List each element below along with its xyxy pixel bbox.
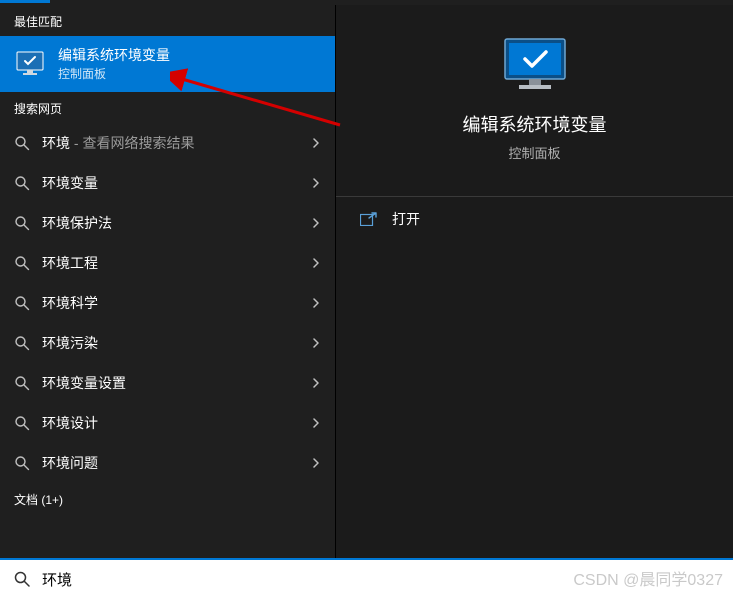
search-icon — [14, 175, 30, 191]
documents-header: 文档 (1+) — [0, 483, 335, 514]
chevron-right-icon — [311, 378, 321, 388]
detail-panel: 编辑系统环境变量 控制面板 打开 — [335, 5, 733, 558]
search-input[interactable] — [42, 571, 719, 588]
open-label: 打开 — [392, 209, 420, 229]
best-match-subtitle: 控制面板 — [58, 66, 321, 83]
search-icon — [14, 135, 30, 151]
detail-title: 编辑系统环境变量 — [463, 111, 607, 137]
web-result-item-0[interactable]: 环境 - 查看网络搜索结果 — [0, 123, 335, 163]
chevron-right-icon — [311, 418, 321, 428]
chevron-right-icon — [311, 218, 321, 228]
search-icon — [14, 455, 30, 471]
web-result-label: 环境科学 — [42, 293, 299, 313]
web-result-label: 环境保护法 — [42, 213, 299, 233]
results-panel: 最佳匹配 编辑系统环境变量 控制面板 搜索网页 — [0, 5, 335, 558]
best-match-title: 编辑系统环境变量 — [58, 46, 321, 66]
web-result-label: 环境变量 — [42, 173, 299, 193]
detail-subtitle: 控制面板 — [508, 143, 560, 162]
web-result-label: 环境工程 — [42, 253, 299, 273]
search-icon — [14, 335, 30, 351]
web-result-item-2[interactable]: 环境保护法 — [0, 203, 335, 243]
web-result-item-3[interactable]: 环境工程 — [0, 243, 335, 283]
search-icon — [14, 215, 30, 231]
web-result-label: 环境 - 查看网络搜索结果 — [42, 133, 299, 153]
open-icon — [360, 212, 378, 226]
monitor-check-icon — [14, 48, 46, 80]
web-result-item-4[interactable]: 环境科学 — [0, 283, 335, 323]
web-result-item-6[interactable]: 环境变量设置 — [0, 363, 335, 403]
web-result-item-1[interactable]: 环境变量 — [0, 163, 335, 203]
web-result-item-7[interactable]: 环境设计 — [0, 403, 335, 443]
chevron-right-icon — [311, 138, 321, 148]
chevron-right-icon — [311, 178, 321, 188]
main-container: 最佳匹配 编辑系统环境变量 控制面板 搜索网页 — [0, 5, 733, 558]
web-result-label: 环境问题 — [42, 453, 299, 473]
chevron-right-icon — [311, 458, 321, 468]
best-match-text: 编辑系统环境变量 控制面板 — [58, 46, 321, 82]
chevron-right-icon — [311, 298, 321, 308]
web-result-label: 环境变量设置 — [42, 373, 299, 393]
best-match-header: 最佳匹配 — [0, 5, 335, 36]
detail-top: 编辑系统环境变量 控制面板 — [336, 5, 733, 182]
search-icon — [14, 571, 30, 587]
search-icon — [14, 415, 30, 431]
web-search-header: 搜索网页 — [0, 92, 335, 123]
monitor-check-icon-large — [499, 35, 571, 93]
search-icon — [14, 295, 30, 311]
search-icon — [14, 255, 30, 271]
search-icon — [14, 375, 30, 391]
web-result-label: 环境污染 — [42, 333, 299, 353]
web-result-item-8[interactable]: 环境问题 — [0, 443, 335, 483]
search-bar[interactable] — [0, 558, 733, 598]
best-match-item[interactable]: 编辑系统环境变量 控制面板 — [0, 36, 335, 92]
web-result-label: 环境设计 — [42, 413, 299, 433]
open-action[interactable]: 打开 — [336, 197, 733, 241]
top-bar-accent — [0, 0, 50, 3]
chevron-right-icon — [311, 258, 321, 268]
web-result-item-5[interactable]: 环境污染 — [0, 323, 335, 363]
chevron-right-icon — [311, 338, 321, 348]
